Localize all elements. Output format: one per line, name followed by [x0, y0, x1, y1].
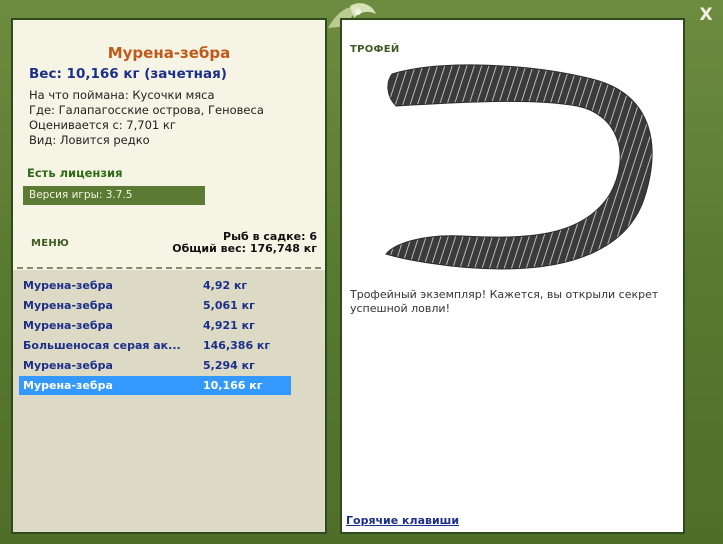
- catch-name: Мурена-зебра: [23, 379, 113, 392]
- moray-eel-image: [385, 64, 653, 270]
- trophy-description: Трофейный экземпляр! Кажется, вы открыли…: [350, 288, 659, 315]
- catch-row[interactable]: Мурена-зебра 4,921 кг: [19, 316, 291, 335]
- bait-info: На что поймана: Кусочки мяса: [29, 88, 215, 102]
- kind-info: Вид: Ловится редко: [29, 133, 150, 147]
- license-status: Есть лицензия: [27, 166, 123, 180]
- catch-row[interactable]: Мурена-зебра 4,92 кг: [19, 276, 291, 295]
- close-button[interactable]: X: [697, 6, 715, 24]
- catch-name: Мурена-зебра: [23, 299, 113, 312]
- catch-weight: 146,386 кг: [203, 339, 271, 352]
- value-info: Оценивается с: 7,701 кг: [29, 118, 176, 132]
- catch-row[interactable]: Большеносая серая ак... 146,386 кг: [19, 336, 291, 355]
- catch-weight: 5,061 кг: [203, 299, 255, 312]
- catch-name: Мурена-зебра: [23, 279, 113, 292]
- catch-row[interactable]: Мурена-зебра 10,166 кг: [19, 376, 291, 395]
- catch-weight: 5,294 кг: [203, 359, 255, 372]
- catch-list: Мурена-зебра 4,92 кг Мурена-зебра 5,061 кг М…: [13, 270, 325, 532]
- catch-row[interactable]: Мурена-зебра 5,061 кг: [19, 296, 291, 315]
- game-version: Версия игры: 3.7.5: [23, 186, 205, 205]
- location-info: Где: Галапагосские острова, Геновеса: [29, 103, 264, 117]
- fish-info-panel: Мурена-зебра Вес: 10,166 кг (зачетная) Н…: [11, 18, 327, 534]
- keepnet-total-weight: Общий вес: 176,748 кг: [172, 242, 317, 255]
- fish-name-title: Мурена-зебра: [107, 44, 231, 62]
- catch-row[interactable]: Мурена-зебра 5,294 кг: [19, 356, 291, 375]
- fish-weight: Вес: 10,166 кг (зачетная): [29, 66, 227, 82]
- catch-name: Мурена-зебра: [23, 319, 113, 332]
- catch-weight: 4,921 кг: [203, 319, 255, 332]
- menu-button[interactable]: МЕНЮ: [31, 238, 69, 249]
- catch-name: Мурена-зебра: [23, 359, 113, 372]
- catch-name: Большеносая серая ак...: [23, 339, 181, 352]
- hotkeys-link[interactable]: Горячие клавиши: [346, 514, 459, 527]
- catch-weight: 4,92 кг: [203, 279, 248, 292]
- catch-weight: 10,166 кг: [203, 379, 263, 392]
- divider: [17, 267, 321, 269]
- trophy-panel: ТРОФЕЙ Трофейный экземпляр! Кажется, вы …: [340, 18, 685, 534]
